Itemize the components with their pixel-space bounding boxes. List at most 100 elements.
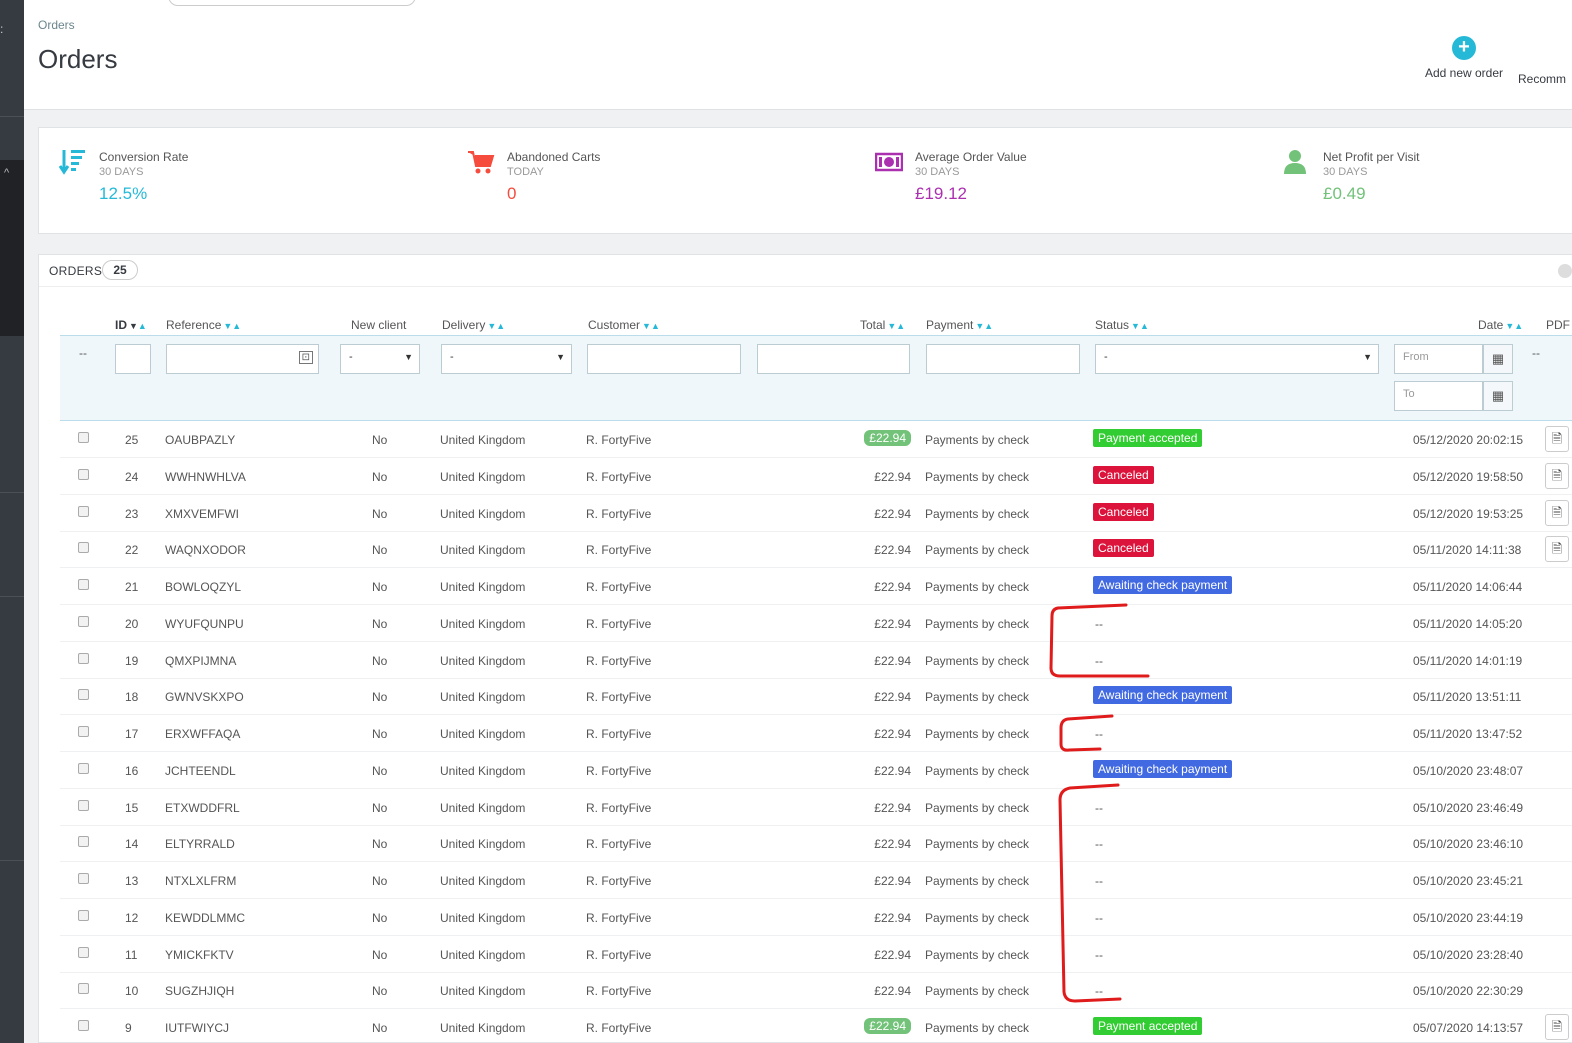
calendar-icon[interactable]: ▦ (1483, 381, 1513, 411)
sort-asc-icon: ▲ (137, 321, 147, 331)
cell-date: 05/07/2020 14:13:57 (1413, 1021, 1524, 1035)
filter-status-select[interactable]: - ▼ (1095, 344, 1379, 374)
filter-reference-input[interactable]: ⊡ (166, 344, 319, 374)
sort-asc-icon: ▲ (984, 321, 994, 331)
cell-new-client: No (372, 837, 388, 851)
row-checkbox[interactable] (78, 726, 89, 737)
filter-date-to-input[interactable]: To (1394, 381, 1483, 411)
cell-delivery: United Kingdom (440, 654, 526, 668)
column-header-id[interactable]: ID ▼▲ (115, 318, 147, 332)
column-header-reference[interactable]: Reference ▼▲ (166, 318, 241, 332)
row-checkbox[interactable] (78, 579, 89, 590)
table-row[interactable]: 18 GWNVSKXPO No United Kingdom R. FortyFive £… (60, 678, 1572, 715)
kpi-value: £19.12 (915, 184, 967, 203)
status-empty: -- (1095, 874, 1103, 888)
pdf-file-icon[interactable]: 🗎 (1545, 426, 1569, 452)
cell-payment: Payments by check (925, 837, 1030, 851)
pdf-file-icon[interactable]: 🗎 (1545, 1014, 1569, 1040)
table-row[interactable]: 24 WWHNWHLVA No United Kingdom R. FortyFive £… (60, 458, 1572, 495)
row-checkbox[interactable] (78, 616, 89, 627)
row-checkbox[interactable] (78, 763, 89, 774)
table-row[interactable]: 10 SUGZHJIQH No United Kingdom R. FortyFive £… (60, 972, 1572, 1009)
table-row[interactable]: 15 ETXWDDFRL No United Kingdom R. FortyFive £… (60, 789, 1572, 826)
filter-id-input[interactable] (115, 344, 151, 374)
table-row[interactable]: 19 QMXPIJMNA No United Kingdom R. FortyFive £… (60, 642, 1572, 679)
row-checkbox[interactable] (78, 689, 89, 700)
table-row[interactable]: 20 WYUFQUNPU No United Kingdom R. FortyFive £… (60, 605, 1572, 642)
row-checkbox[interactable] (78, 800, 89, 811)
row-checkbox[interactable] (78, 836, 89, 847)
status-empty: -- (1095, 837, 1103, 851)
cell-payment: Payments by check (925, 911, 1030, 925)
table-row[interactable]: 12 KEWDDLMMC No United Kingdom R. FortyFive £… (60, 899, 1572, 936)
calendar-icon[interactable]: ▦ (1483, 344, 1513, 374)
add-new-order-button[interactable]: + Add new order (1414, 36, 1514, 80)
row-checkbox[interactable] (78, 469, 89, 480)
cell-reference: XMXVEMFWI (165, 507, 239, 521)
row-checkbox[interactable] (78, 432, 89, 443)
column-header-total[interactable]: Total ▼▲ (860, 318, 905, 332)
cell-new-client: No (372, 654, 388, 668)
row-checkbox[interactable] (78, 873, 89, 884)
table-row[interactable]: 14 ELTYRRALD No United Kingdom R. FortyFive £… (60, 825, 1572, 862)
settings-icon[interactable] (1558, 264, 1572, 278)
filter-date-from-input[interactable]: From (1394, 344, 1483, 374)
sort-asc-icon: ▲ (896, 321, 906, 331)
pdf-file-icon[interactable]: 🗎 (1545, 500, 1569, 526)
table-row[interactable]: 22 WAQNXODOR No United Kingdom R. FortyFive £… (60, 531, 1572, 568)
cell-new-client: No (372, 617, 388, 631)
row-checkbox[interactable] (78, 506, 89, 517)
cell-delivery: United Kingdom (440, 801, 526, 815)
row-checkbox[interactable] (78, 910, 89, 921)
column-header-delivery[interactable]: Delivery ▼▲ (442, 318, 505, 332)
search-input[interactable] (168, 0, 416, 6)
cell-date: 05/10/2020 23:28:40 (1413, 948, 1524, 962)
column-header-customer[interactable]: Customer ▼▲ (588, 318, 660, 332)
cell-payment: Payments by check (925, 1021, 1030, 1035)
row-checkbox[interactable] (78, 947, 89, 958)
filter-total-input[interactable] (757, 344, 910, 374)
cell-reference: GWNVSKXPO (165, 690, 244, 704)
filter-new-client-select[interactable]: - ▼ (340, 344, 420, 374)
table-row[interactable]: 21 BOWLOQZYL No United Kingdom R. FortyFive £… (60, 568, 1572, 605)
filter-delivery-select[interactable]: - ▼ (441, 344, 572, 374)
cell-reference: QMXPIJMNA (165, 654, 237, 668)
cell-delivery: United Kingdom (440, 984, 526, 998)
sidebar: : ^ (0, 0, 24, 1043)
filter-customer-input[interactable] (587, 344, 741, 374)
table-row[interactable]: 9 IUTFWIYCJ No United Kingdom R. FortyFive £2… (60, 1009, 1572, 1043)
cell-id: 10 (125, 984, 139, 998)
cell-delivery: United Kingdom (440, 507, 526, 521)
row-checkbox[interactable] (78, 653, 89, 664)
row-checkbox[interactable] (78, 1020, 89, 1031)
table-row[interactable]: 17 ERXWFFAQA No United Kingdom R. FortyFive £… (60, 715, 1572, 752)
table-row[interactable]: 23 XMXVEMFWI No United Kingdom R. FortyFive £… (60, 495, 1572, 532)
filter-payment-input[interactable] (926, 344, 1080, 374)
pdf-file-icon[interactable]: 🗎 (1545, 463, 1569, 489)
more-icon[interactable]: : (0, 22, 3, 36)
column-header-status[interactable]: Status ▼▲ (1095, 318, 1149, 332)
column-header-date[interactable]: Date ▼▲ (1478, 318, 1523, 332)
recommended-modules-button[interactable]: Recomm (1518, 72, 1566, 86)
chevron-down-icon: ▼ (404, 352, 413, 362)
kpi-title: Average Order Value (915, 150, 1027, 164)
table-row[interactable]: 13 NTXLXLFRM No United Kingdom R. FortyFive £… (60, 862, 1572, 899)
sidebar-active-section[interactable] (0, 160, 24, 336)
orders-count-badge: 25 (102, 260, 138, 280)
cell-payment: Payments by check (925, 543, 1030, 557)
cell-new-client: No (372, 984, 388, 998)
column-header-payment[interactable]: Payment ▼▲ (926, 318, 993, 332)
row-checkbox[interactable] (78, 983, 89, 994)
cell-payment: Payments by check (925, 580, 1030, 594)
cell-date: 05/11/2020 13:47:52 (1413, 727, 1523, 741)
chevron-up-icon[interactable]: ^ (4, 167, 9, 179)
table-row[interactable]: 16 JCHTEENDL No United Kingdom R. FortyFive £… (60, 752, 1572, 789)
cell-reference: KEWDDLMMC (165, 911, 245, 925)
table-row[interactable]: 11 YMICKFKTV No United Kingdom R. FortyFive £… (60, 936, 1572, 973)
cell-id: 18 (125, 690, 139, 704)
pdf-file-icon[interactable]: 🗎 (1545, 536, 1569, 562)
table-row[interactable]: 25 OAUBPAZLY No United Kingdom R. FortyFive £… (60, 421, 1572, 458)
breadcrumb[interactable]: Orders (38, 18, 75, 32)
cell-date: 05/11/2020 14:06:44 (1413, 580, 1523, 594)
row-checkbox[interactable] (78, 542, 89, 553)
